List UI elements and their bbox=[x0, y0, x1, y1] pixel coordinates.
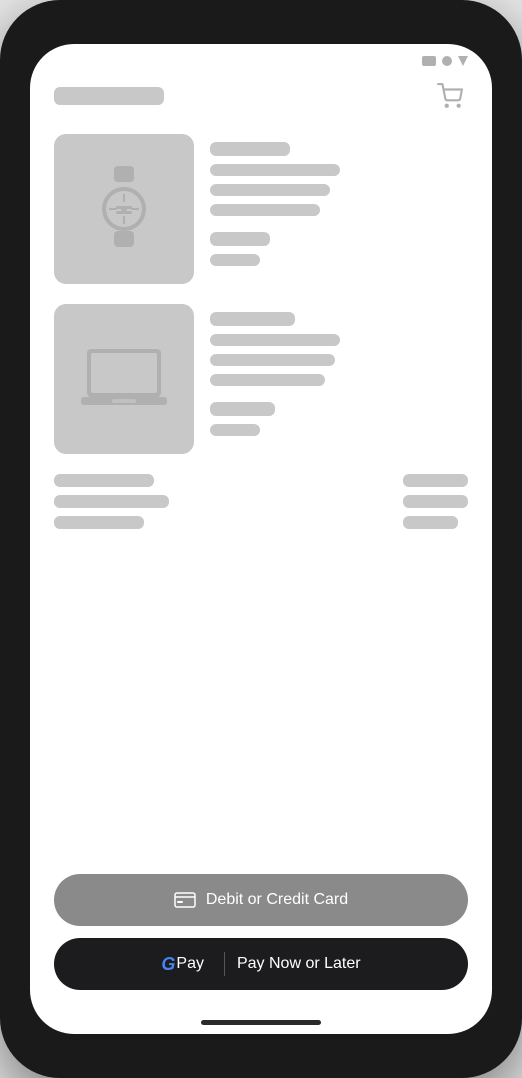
product-image-laptop bbox=[54, 304, 194, 454]
product-image-watch bbox=[54, 134, 194, 284]
product-desc-1a bbox=[210, 164, 340, 176]
pay-label: Pay bbox=[176, 955, 204, 973]
g-letter-blue: G bbox=[161, 954, 174, 975]
summary-value-1 bbox=[403, 474, 468, 487]
summary-section bbox=[54, 474, 468, 529]
product-price-2 bbox=[210, 402, 275, 416]
phone-shell: Debit or Credit Card G Pay Pay Now or La… bbox=[0, 0, 522, 1078]
summary-label-1 bbox=[54, 474, 154, 487]
product-qty-1 bbox=[210, 254, 260, 266]
product-desc-1c bbox=[210, 204, 320, 216]
product-name-2 bbox=[210, 312, 295, 326]
status-icon-wifi bbox=[442, 56, 452, 66]
content-area bbox=[30, 70, 492, 864]
home-indicator bbox=[30, 1010, 492, 1034]
home-bar bbox=[201, 1020, 321, 1025]
product-details-laptop bbox=[210, 304, 468, 454]
summary-value-3 bbox=[403, 516, 458, 529]
page-title-skeleton bbox=[54, 87, 164, 105]
status-bar bbox=[30, 44, 492, 70]
gpay-action-label: Pay Now or Later bbox=[237, 955, 361, 973]
product-price-1 bbox=[210, 232, 270, 246]
product-desc-1b bbox=[210, 184, 330, 196]
phone-screen: Debit or Credit Card G Pay Pay Now or La… bbox=[30, 44, 492, 1034]
product-item-laptop bbox=[54, 304, 468, 454]
cart-icon[interactable] bbox=[432, 78, 468, 114]
summary-value-2 bbox=[403, 495, 468, 508]
product-item-watch bbox=[54, 134, 468, 284]
gpay-logo: G Pay bbox=[161, 954, 204, 975]
gpay-divider bbox=[224, 952, 225, 976]
summary-left bbox=[54, 474, 169, 529]
product-desc-2b bbox=[210, 354, 335, 366]
status-icon-signal bbox=[422, 56, 436, 66]
summary-label-3 bbox=[54, 516, 144, 529]
credit-card-icon bbox=[174, 892, 196, 908]
summary-right bbox=[403, 474, 468, 529]
debit-credit-button[interactable]: Debit or Credit Card bbox=[54, 874, 468, 926]
summary-label-2 bbox=[54, 495, 169, 508]
debit-button-label: Debit or Credit Card bbox=[206, 891, 348, 909]
gpay-button[interactable]: G Pay Pay Now or Later bbox=[54, 938, 468, 990]
product-qty-2 bbox=[210, 424, 260, 436]
product-desc-2c bbox=[210, 374, 325, 386]
header-row bbox=[54, 78, 468, 114]
status-icon-battery bbox=[458, 56, 468, 66]
product-name-1 bbox=[210, 142, 290, 156]
product-desc-2a bbox=[210, 334, 340, 346]
product-details-watch bbox=[210, 134, 468, 284]
bottom-buttons: Debit or Credit Card G Pay Pay Now or La… bbox=[30, 864, 492, 1010]
